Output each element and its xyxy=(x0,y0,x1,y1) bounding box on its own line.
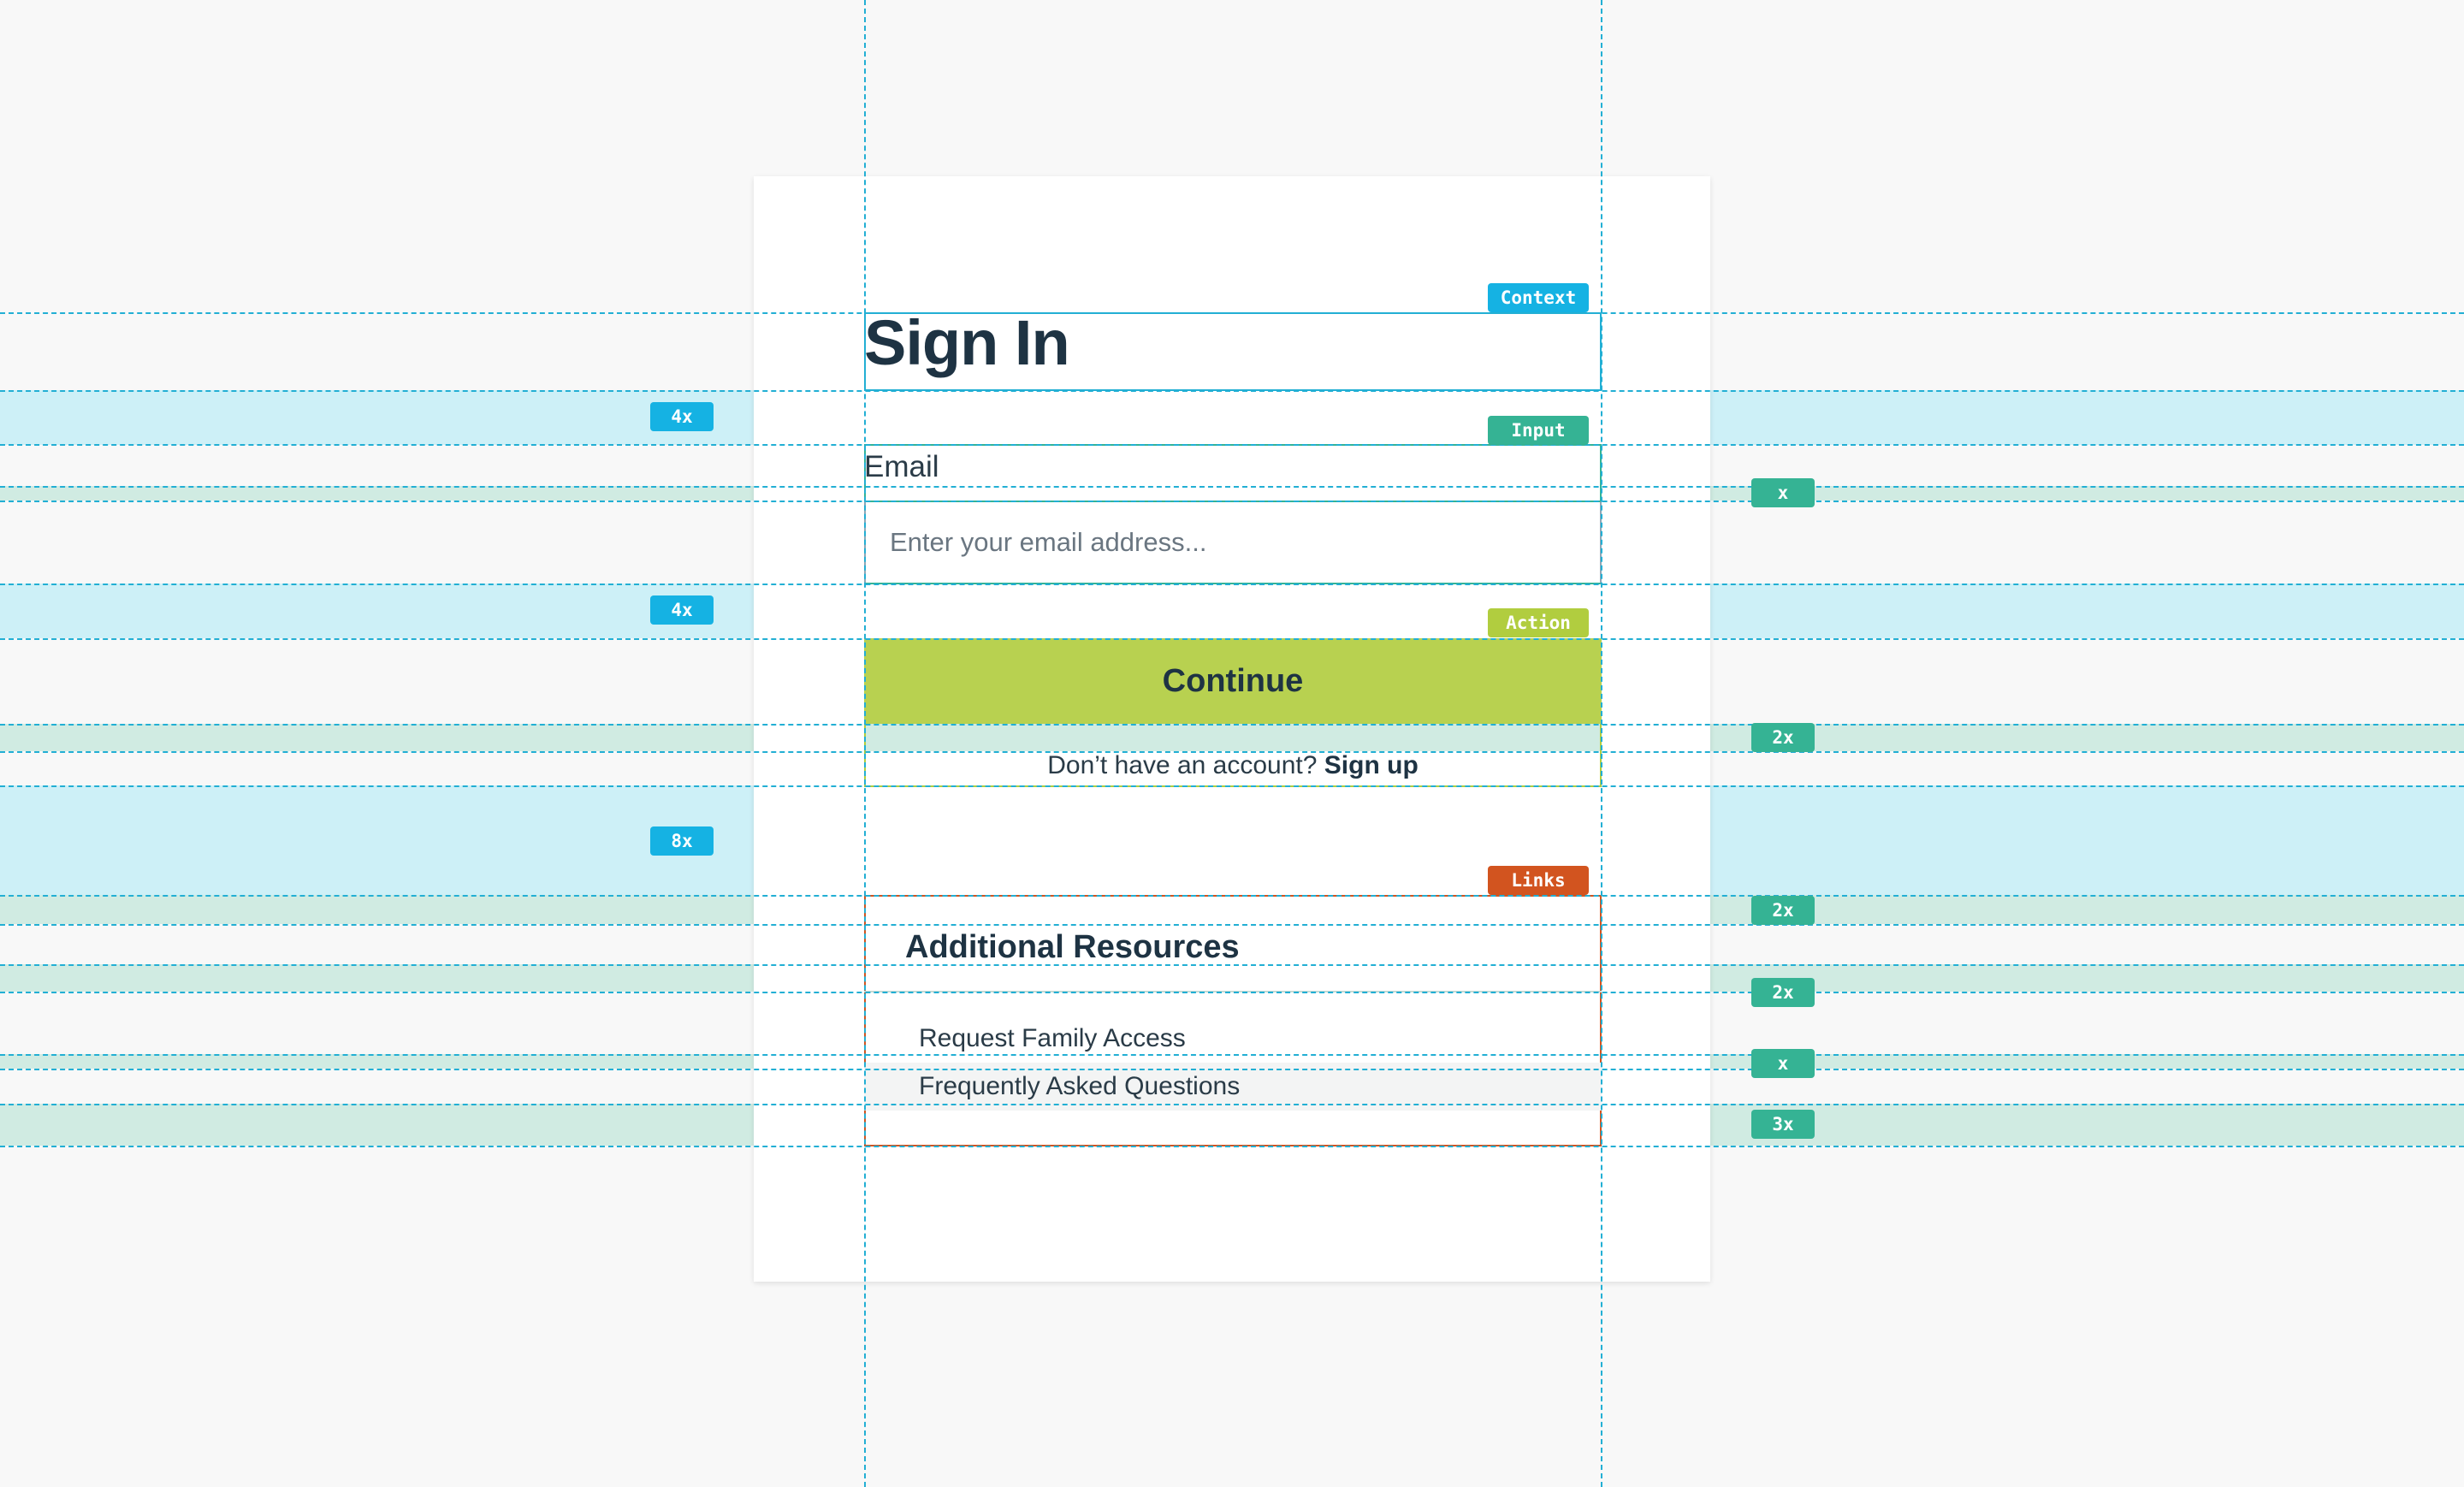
spacing-tag: 8x xyxy=(650,826,714,856)
guide-line xyxy=(0,312,2464,314)
signup-prompt: Don’t have an account? Sign up xyxy=(864,753,1602,779)
guide-line xyxy=(0,501,2464,502)
guide-line xyxy=(0,444,2464,446)
guide-line xyxy=(864,0,866,1487)
guide-line xyxy=(0,751,2464,753)
guide-line xyxy=(0,1054,2464,1056)
guide-line xyxy=(0,1104,2464,1105)
email-field[interactable] xyxy=(864,501,1602,584)
guide-line xyxy=(0,724,2464,726)
links-tag: Links xyxy=(1488,866,1589,895)
guide-line xyxy=(0,992,2464,993)
spacing-tag: 2x xyxy=(1751,896,1815,925)
guide-line xyxy=(0,964,2464,966)
signup-prompt-text: Don’t have an account? xyxy=(1047,751,1318,779)
spacing-tag: 2x xyxy=(1751,978,1815,1007)
spacing-tag: x xyxy=(1751,478,1815,507)
guide-line xyxy=(0,486,2464,488)
additional-resources-heading: Additional Resources xyxy=(905,929,1240,965)
action-gap-fill xyxy=(866,724,1600,751)
guide-line xyxy=(0,390,2464,392)
spacing-tag: 3x xyxy=(1751,1110,1815,1139)
guide-line xyxy=(0,584,2464,585)
guide-line xyxy=(0,924,2464,926)
guide-line xyxy=(0,638,2464,640)
guide-line xyxy=(1601,0,1602,1487)
spacing-tag: 2x xyxy=(1751,723,1815,752)
guide-line xyxy=(0,785,2464,787)
email-label: Email xyxy=(864,450,939,483)
input-tag: Input xyxy=(1488,416,1589,445)
action-tag: Action xyxy=(1488,608,1589,637)
spacing-tag: 4x xyxy=(650,595,714,625)
guide-line xyxy=(0,1146,2464,1147)
signup-link[interactable]: Sign up xyxy=(1324,751,1419,779)
spacing-tag: 4x xyxy=(650,402,714,431)
guide-line xyxy=(0,895,2464,897)
page-title: Sign In xyxy=(864,307,1070,378)
spacing-tag: x xyxy=(1751,1049,1815,1078)
context-tag: Context xyxy=(1488,283,1589,312)
continue-button[interactable]: Continue xyxy=(864,638,1602,724)
guide-line xyxy=(0,1069,2464,1070)
